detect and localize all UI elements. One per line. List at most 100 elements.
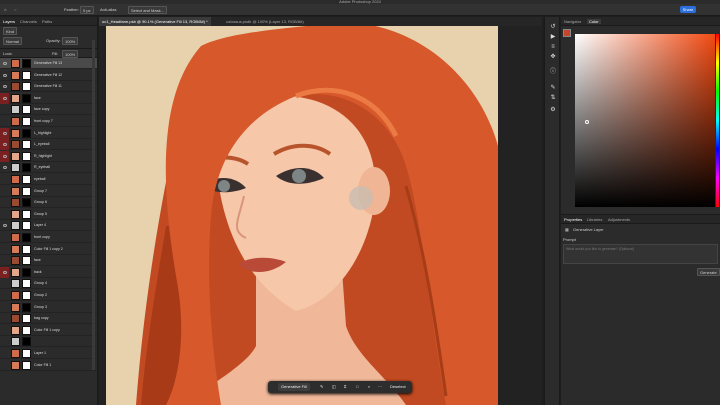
select-subject-icon[interactable]: ◫ [332,383,336,391]
layer-thumbnail [11,163,20,173]
layer-mask-thumbnail [22,105,31,115]
layer-name: Group 4 [34,281,47,286]
tab-paths[interactable]: Paths [42,19,52,24]
kind-filter[interactable]: Kind [3,27,18,35]
layer-row[interactable]: Group 5 [0,209,97,220]
share-button[interactable]: Share [680,6,696,13]
layer-thumbnail [11,175,20,184]
tab-color[interactable]: Color [587,19,601,24]
hue-slider[interactable] [716,34,719,207]
tab-layers[interactable]: Layers [3,19,15,24]
layer-thumbnail [11,360,20,370]
layer-row[interactable]: front copy [0,232,97,243]
deselect-button[interactable]: Deselect [390,383,406,391]
tab-adjustments[interactable]: Adjustments [608,217,630,222]
layer-name: bag copy [34,316,49,321]
tab-navigator[interactable]: Navigator [564,19,581,24]
layer-name: Layer 4 [34,223,46,228]
visibility-eye-icon[interactable] [3,85,7,89]
antialias-checkbox[interactable]: Anti-alias [100,6,116,14]
layer-name: face copy [34,107,50,112]
lasso-icon[interactable]: ◌ [14,6,16,14]
visibility-eye-icon[interactable] [3,62,7,65]
opacity-input[interactable]: 100% [62,37,79,45]
layer-mask-thumbnail [22,117,31,126]
layer-row[interactable]: Color Fill 1 copy [0,325,97,336]
layer-row[interactable]: Generative Fill 11 [0,81,97,93]
layer-thumbnail [11,117,20,126]
layer-row[interactable]: Group 3 [0,302,97,313]
layer-row[interactable]: R_eyeball [0,162,97,174]
layer-row[interactable]: eyeball [0,174,97,185]
color-picker-field[interactable] [575,34,715,207]
document-canvas[interactable] [106,26,498,405]
tab-properties[interactable]: Properties [564,217,582,222]
layer-row[interactable]: Color Fill 1 copy 2 [0,244,97,255]
layer-row[interactable]: face [0,92,97,104]
prompt-input[interactable]: What would you like to generate? (Option… [563,244,718,264]
invert-icon[interactable]: □ [356,383,358,391]
visibility-eye-icon[interactable] [3,96,7,100]
layer-name: face [34,95,41,100]
layer-row[interactable]: face [0,255,97,267]
layer-row[interactable]: Group 7 [0,186,97,197]
layer-thumbnail [11,302,20,312]
modify-selection-icon[interactable]: ✎ [320,383,323,391]
layers-scrollbar[interactable] [92,40,95,370]
layer-name: Color Fill 1 copy 2 [34,246,63,251]
layer-row[interactable]: Group 6 [0,197,97,209]
layer-row[interactable] [0,336,97,348]
foreground-color-swatch[interactable] [563,29,571,37]
layer-row[interactable]: back [0,266,97,278]
layer-row[interactable]: L_eyeball [0,139,97,151]
layer-row[interactable]: Generative Fill 13 [0,58,97,69]
visibility-eye-icon[interactable] [3,224,7,228]
fill-input[interactable]: 100% [62,50,79,58]
select-and-mask-button[interactable]: Select and Mask... [128,6,167,14]
generative-fill-button[interactable]: Generative Fill [278,383,310,391]
adjust-icon[interactable]: ⇅ [550,95,556,101]
tab-channels[interactable]: Channels [20,19,37,24]
visibility-eye-icon[interactable] [3,131,7,135]
info-icon[interactable]: ⓘ [550,69,556,75]
layer-row[interactable]: L_highlight [0,127,97,139]
layer-mask-thumbnail [22,198,31,208]
tab-document-active[interactable]: oc1_Headfarm.psb @ 90.1% (Generative Fil… [99,17,211,26]
layer-thumbnail [11,151,20,161]
generate-button[interactable]: Generate [697,268,720,276]
visibility-eye-icon[interactable] [3,166,7,170]
layer-row[interactable]: bag copy [0,313,97,325]
feather-input[interactable]: 0 px [80,6,94,14]
layer-row[interactable]: Color Fill 1 [0,360,97,371]
layer-row[interactable]: Layer 1 [0,348,97,359]
layers-panel: Layers Channels Paths Kind Normal Opacit… [0,17,98,405]
visibility-eye-icon[interactable] [3,154,7,158]
home-icon[interactable]: ⌂ [4,6,6,14]
layer-row[interactable]: Generative Fill 12 [0,70,97,81]
layer-row[interactable]: face copy [0,104,97,116]
move-icon[interactable]: ✥ [550,54,556,60]
brush-icon[interactable]: ✎ [550,85,556,91]
layer-row[interactable]: Group 4 [0,278,97,290]
layer-thumbnail [11,82,20,92]
layer-row[interactable]: Layer 4 [0,220,97,232]
picker-handle[interactable] [585,120,589,124]
crop-icon[interactable]: ⌗ [344,383,346,391]
layers-icon[interactable]: ≡ [550,44,556,50]
history-icon[interactable]: ↺ [550,24,556,30]
tab-libraries[interactable]: Libraries [587,217,602,222]
layer-row[interactable]: Group 2 [0,290,97,301]
more-icon[interactable]: ⋯ [378,383,382,391]
layer-thumbnail [11,209,20,219]
opacity-label: Opacity: [46,38,61,43]
play-icon[interactable]: ▶ [550,34,556,40]
fill-icon[interactable]: ◐ [368,383,370,391]
visibility-eye-icon[interactable] [3,73,7,77]
properties-icon[interactable]: ⚙ [550,107,556,113]
blend-mode-select[interactable]: Normal [3,37,22,45]
options-bar: ⌂ ◌ Feather: 0 px Anti-alias Select and … [0,4,720,16]
tab-document-2[interactable]: colossus.psdb @ 100% (Layer 13, RGB/8#) [223,17,307,26]
layer-row[interactable]: R_highlight [0,150,97,162]
layer-row[interactable]: front copy 7 [0,116,97,127]
visibility-eye-icon[interactable] [3,270,7,274]
